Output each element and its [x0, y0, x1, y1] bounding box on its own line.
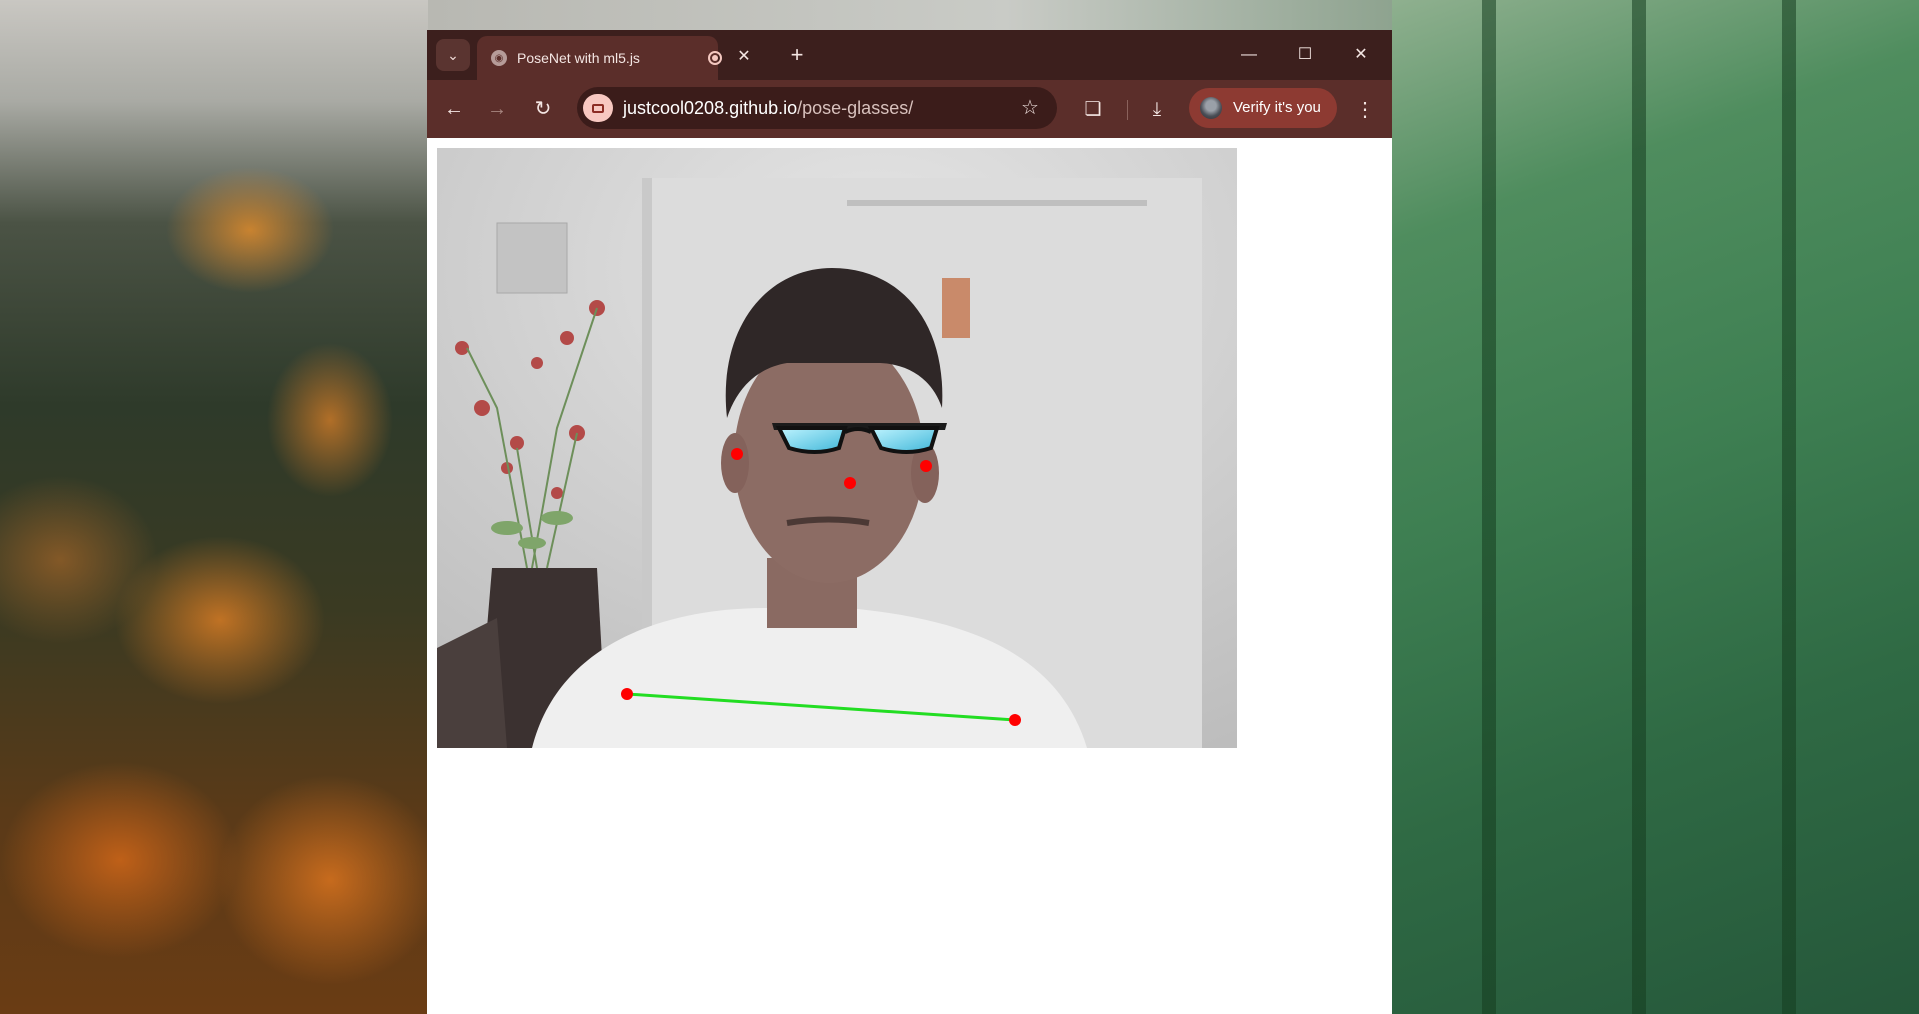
- download-icon: ⤓: [1152, 99, 1162, 120]
- reload-button[interactable]: ↻: [527, 94, 559, 126]
- close-icon: ✕: [1354, 46, 1368, 63]
- webcam-canvas: [437, 148, 1237, 748]
- avatar: [1200, 97, 1222, 119]
- tab-active[interactable]: ◉ PoseNet with ml5.js ✕: [477, 36, 751, 80]
- keypoint-left-ear: [731, 448, 743, 460]
- reload-icon: ↻: [534, 98, 552, 120]
- record-icon: [708, 51, 722, 65]
- kebab-menu-icon: ⋮: [1355, 99, 1375, 121]
- new-tab-button[interactable]: +: [783, 42, 811, 70]
- bookmark-button[interactable]: ☆: [1017, 95, 1043, 121]
- site-info-button[interactable]: [583, 94, 613, 122]
- minimize-icon: —: [1241, 46, 1257, 63]
- desktop-wallpaper-top: [428, 0, 1392, 30]
- tab-strip: ⌄ ◉ PoseNet with ml5.js ✕ + — ☐ ✕: [427, 30, 1392, 80]
- arrow-right-icon: →: [487, 98, 507, 120]
- page-content: [427, 138, 1392, 1014]
- camera-icon: [592, 103, 604, 113]
- chevron-down-icon: ⌄: [447, 46, 459, 63]
- maximize-icon: ☐: [1297, 46, 1313, 63]
- star-icon: ☆: [1021, 97, 1039, 119]
- browser-window: ⌄ ◉ PoseNet with ml5.js ✕ + — ☐ ✕ ← → ↻ …: [427, 30, 1392, 1014]
- browser-toolbar: ← → ↻ justcool0208.github.io/pose-glasse…: [427, 80, 1392, 138]
- back-button[interactable]: ←: [438, 94, 470, 126]
- profile-verify-button[interactable]: Verify it's you: [1189, 88, 1337, 128]
- globe-icon: ◉: [491, 50, 507, 66]
- minimize-button[interactable]: —: [1232, 40, 1266, 70]
- toolbar-separator: [1127, 100, 1128, 120]
- url-path: /pose-glasses/: [797, 98, 914, 118]
- keypoint-left-shoulder: [621, 688, 633, 700]
- arrow-left-icon: ←: [444, 98, 464, 120]
- keypoint-right-shoulder: [1009, 714, 1021, 726]
- close-window-button[interactable]: ✕: [1344, 40, 1378, 70]
- maximize-button[interactable]: ☐: [1288, 40, 1322, 70]
- puzzle-icon: ❏: [1084, 99, 1102, 120]
- keypoint-right-ear: [920, 460, 932, 472]
- tab-search-button[interactable]: ⌄: [436, 39, 470, 71]
- keypoint-nose: [844, 477, 856, 489]
- profile-verify-label: Verify it's you: [1233, 99, 1321, 116]
- pose-canvas-svg: [437, 148, 1237, 748]
- wall-clock: [496, 222, 568, 294]
- url-text[interactable]: justcool0208.github.io/pose-glasses/: [623, 98, 913, 119]
- plus-icon: +: [790, 42, 804, 67]
- forward-button[interactable]: →: [481, 94, 513, 126]
- downloads-button[interactable]: ⤓: [1141, 94, 1173, 126]
- tab-title: PoseNet with ml5.js: [517, 50, 640, 66]
- close-icon: ✕: [737, 48, 751, 65]
- address-bar[interactable]: justcool0208.github.io/pose-glasses/ ☆: [577, 87, 1057, 129]
- desktop-wallpaper-right: [1392, 0, 1919, 1014]
- url-host: justcool0208.github.io: [623, 98, 798, 118]
- browser-menu-button[interactable]: ⋮: [1349, 94, 1381, 126]
- picture-frame: [942, 278, 970, 338]
- tab-close-button[interactable]: ✕: [734, 47, 754, 67]
- desktop-wallpaper-left: [0, 0, 428, 1014]
- door-handle-bar: [847, 200, 1147, 206]
- extensions-button[interactable]: ❏: [1077, 94, 1109, 126]
